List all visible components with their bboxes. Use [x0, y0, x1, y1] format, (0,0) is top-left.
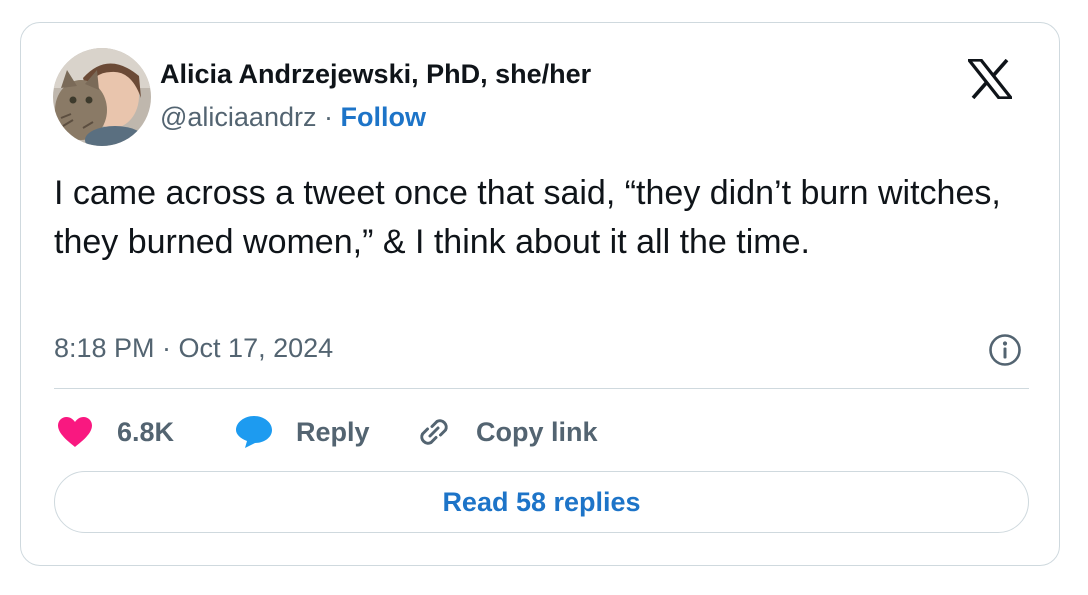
avatar[interactable] — [53, 48, 151, 146]
like-button[interactable]: 6.8K — [57, 412, 174, 452]
tweet-timestamp[interactable]: 8:18 PM · Oct 17, 2024 — [54, 333, 333, 364]
link-icon — [416, 414, 452, 450]
read-replies-button[interactable]: Read 58 replies — [54, 471, 1029, 533]
handle-separator: · — [324, 102, 333, 132]
read-replies-label: Read 58 replies — [442, 486, 641, 517]
speech-bubble-icon — [235, 415, 273, 449]
author-handle[interactable]: @aliciaandrz — [160, 102, 316, 132]
info-icon[interactable] — [988, 333, 1022, 367]
heart-icon — [57, 416, 93, 448]
like-count: 6.8K — [117, 416, 175, 447]
author-handle-line: @aliciaandrz · Follow — [160, 102, 426, 133]
reply-label: Reply — [296, 416, 370, 447]
follow-link[interactable]: Follow — [341, 102, 426, 132]
tweet-text: I came across a tweet once that said, “t… — [54, 174, 1001, 261]
copy-link-button[interactable]: Copy link — [416, 412, 598, 452]
divider — [54, 388, 1029, 389]
tweet-embed-card: Alicia Andrzejewski, PhD, she/her @alici… — [20, 22, 1060, 566]
reply-button[interactable]: Reply — [235, 412, 370, 452]
copy-link-label: Copy link — [476, 416, 598, 447]
author-name[interactable]: Alicia Andrzejewski, PhD, she/her — [160, 59, 591, 90]
x-logo-icon[interactable] — [965, 58, 1015, 100]
